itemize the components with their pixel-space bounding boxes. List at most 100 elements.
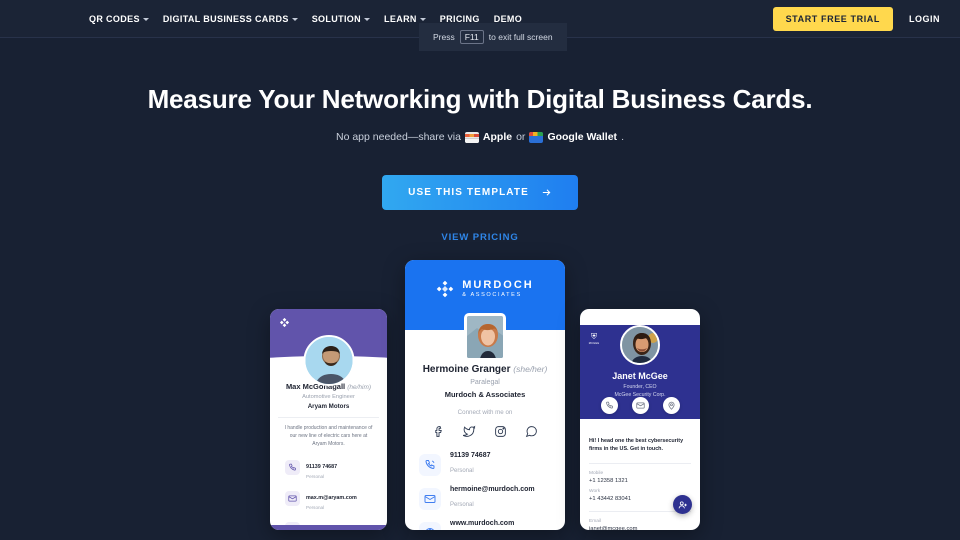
field-label-email: Email <box>589 518 601 524</box>
card-bio: I handle production and maintenance of o… <box>278 417 379 448</box>
business-card-right[interactable]: ⛨ MCGEE Janet McGee Founder, CEO McGee S… <box>580 309 700 530</box>
phone-icon[interactable] <box>600 397 618 414</box>
whatsapp-icon[interactable] <box>525 425 538 438</box>
fullscreen-tooltip: Press F11 to exit full screen <box>419 23 567 52</box>
contact-text: hermoine@murdoch.com Personal <box>450 486 535 511</box>
card-role: Paralegal <box>470 379 500 386</box>
field-value-email[interactable]: janet@mcgee.com <box>589 526 691 530</box>
apple-label: Apple <box>482 131 513 143</box>
hero-or: or <box>516 131 526 143</box>
chevron-down-icon <box>142 18 149 21</box>
tooltip-prefix: Press <box>433 32 455 43</box>
facebook-icon[interactable] <box>432 425 445 438</box>
field-label-work: Work <box>589 488 601 494</box>
nav-label: PRICING <box>439 13 480 24</box>
arrow-right-icon <box>542 189 551 196</box>
card-bio: Hi! I head one the best cybersecurity fi… <box>589 438 684 453</box>
hero-subtitle: No app needed—share via Apple or Google … <box>0 131 960 143</box>
contact-text: max.m@aryam.com Personal <box>306 486 357 510</box>
business-card-middle[interactable]: MURDOCH & ASSOCIATES Hermoine Granger (s… <box>405 260 565 530</box>
contact-text: 91139 74687 Personal <box>450 452 491 477</box>
header-actions: START FREE TRIAL LOGIN <box>772 6 940 31</box>
field-value-mobile[interactable]: +1 12358 1321 <box>589 478 691 484</box>
contact-text: 91139 74687 Personal <box>306 455 337 479</box>
avatar <box>303 335 354 386</box>
shield-logo-icon: ⛨ MCGEE <box>588 332 600 346</box>
right-card-email: Email janet@mcgee.com <box>589 510 691 530</box>
logo-mark: ⛨ <box>591 332 597 341</box>
middle-card-socials <box>405 425 565 438</box>
name-text: Hermoine Granger <box>422 364 511 375</box>
nav-item-qr-codes[interactable]: QR CODES <box>89 14 149 24</box>
contact-row-email[interactable]: hermoine@murdoch.com Personal <box>419 486 551 511</box>
logo-text: MCGEE <box>588 342 600 345</box>
contact-label: Personal <box>306 505 325 511</box>
hero-sub-prefix: No app needed—share via <box>336 131 461 143</box>
contact-row-phone[interactable]: 91139 74687 Personal <box>419 452 551 477</box>
contact-value: 91139 74687 <box>450 452 491 459</box>
avatar-image <box>467 316 503 358</box>
phone-icon <box>285 459 300 475</box>
nav-label: SOLUTION <box>311 13 362 24</box>
start-free-trial-button[interactable]: START FREE TRIAL <box>772 6 893 31</box>
chevron-down-icon <box>364 18 371 21</box>
contact-row-phone[interactable]: 91139 74687 Personal <box>285 455 372 479</box>
globe-icon <box>419 521 441 530</box>
left-card-body: Max McGonagall (he/him) Automotive Engin… <box>270 371 387 530</box>
role-line-1: Founder, CEO <box>623 384 657 390</box>
twitter-icon[interactable] <box>463 425 476 438</box>
nav-label: LEARN <box>384 13 417 24</box>
middle-card-contacts: 91139 74687 Personal hermoine@murdoch.co… <box>405 452 565 530</box>
mail-icon <box>419 487 441 510</box>
add-contact-icon[interactable] <box>673 495 692 514</box>
nav-label: DEMO <box>493 13 523 24</box>
card-name: Hermoine Granger (she/her) <box>405 364 565 375</box>
contact-value: 91139 74687 <box>306 464 338 471</box>
nav-label: QR CODES <box>89 13 140 24</box>
contact-value: www.murdoch.com <box>450 520 515 527</box>
contact-value: hermoine@murdoch.com <box>450 486 535 493</box>
murdoch-logo-icon <box>437 280 454 297</box>
pronouns: (he/him) <box>347 384 372 391</box>
right-card-actions <box>580 397 700 414</box>
hero-cta-group: USE THIS TEMPLATE VIEW PRICING <box>0 175 960 243</box>
nav-item-pricing[interactable]: PRICING <box>440 14 480 24</box>
card-company: Murdoch & Associates <box>444 390 526 399</box>
chevron-down-icon <box>291 18 298 21</box>
brand-lockup: MURDOCH & ASSOCIATES <box>405 260 565 298</box>
contact-label: Personal <box>306 474 325 480</box>
nav-item-demo[interactable]: DEMO <box>494 14 522 24</box>
tooltip-key: F11 <box>459 30 484 45</box>
contact-row-email[interactable]: max.m@aryam.com Personal <box>285 486 372 510</box>
google-wallet-label: Google Wallet <box>547 131 618 143</box>
hero-sub-suffix: . <box>621 131 624 143</box>
brand-text: MURDOCH & ASSOCIATES <box>462 279 533 298</box>
view-pricing-link[interactable]: VIEW PRICING <box>0 232 960 243</box>
nav-item-digital-business-cards[interactable]: DIGITAL BUSINESS CARDS <box>163 14 298 24</box>
left-card-footer-bar <box>270 525 387 530</box>
contact-label: Personal <box>450 502 474 508</box>
brand-line-2: & ASSOCIATES <box>462 292 522 298</box>
connect-label: Connect with me on <box>457 409 513 416</box>
google-wallet-icon <box>529 131 544 143</box>
login-link[interactable]: LOGIN <box>909 14 940 24</box>
location-icon[interactable] <box>662 397 680 414</box>
contact-row-website[interactable]: www.murdoch.com Work <box>419 520 551 530</box>
contact-text: www.murdoch.com Work <box>450 520 514 530</box>
instagram-icon[interactable] <box>494 425 507 438</box>
phone-icon <box>419 453 441 476</box>
field-label-mobile: Mobile <box>589 470 604 476</box>
use-this-template-button[interactable]: USE THIS TEMPLATE <box>382 175 578 210</box>
card-company: Aryam Motors <box>307 403 350 410</box>
left-card-contacts: 91139 74687 Personal max.m@aryam.com Per… <box>278 455 379 530</box>
business-card-left[interactable]: Max McGonagall (he/him) Automotive Engin… <box>270 309 387 530</box>
right-card-phones: Mobile +1 12358 1321 Work +1 43442 83041 <box>589 462 691 502</box>
brand-line-1: MURDOCH <box>462 279 534 291</box>
nav-item-solution[interactable]: SOLUTION <box>311 13 371 24</box>
page-title: Measure Your Networking with Digital Bus… <box>147 84 813 114</box>
contact-value: max.m@aryam.com <box>306 495 357 502</box>
avatar <box>620 325 660 365</box>
main-navigation: QR CODES DIGITAL BUSINESS CARDS SOLUTION… <box>89 14 522 24</box>
nav-item-learn[interactable]: LEARN <box>384 14 426 24</box>
mail-icon[interactable] <box>631 397 649 414</box>
